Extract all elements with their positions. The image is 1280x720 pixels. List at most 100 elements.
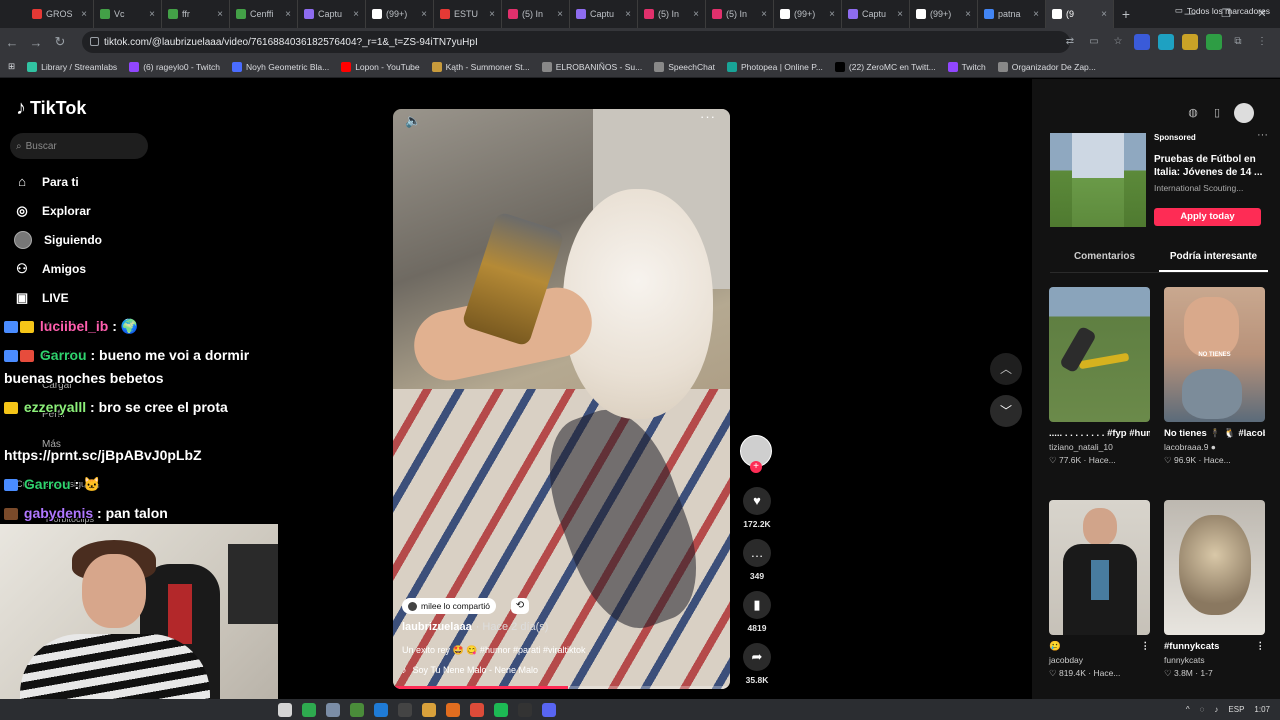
extension-icon[interactable] (1158, 34, 1174, 50)
bookmark-item[interactable]: SpeechChat (654, 61, 715, 72)
start-icon[interactable] (278, 702, 292, 717)
apply-today-button[interactable]: Apply today (1154, 208, 1261, 226)
bookmark-item[interactable]: Library / Streamlabs (27, 61, 117, 72)
folder-icon[interactable] (422, 702, 436, 717)
close-tab-icon[interactable]: × (625, 9, 631, 20)
menu-icon[interactable]: ⋮ (1254, 34, 1270, 50)
browser-tab[interactable]: (99+) × (774, 0, 842, 28)
browser-tab[interactable]: Captu × (298, 0, 366, 28)
close-tab-icon[interactable]: × (489, 9, 495, 20)
language-indicator[interactable]: ESP (1228, 705, 1244, 714)
new-tab-button[interactable]: + (1114, 6, 1138, 22)
video-thumbnail[interactable] (1049, 287, 1150, 422)
browser-tab[interactable]: ESTU × (434, 0, 502, 28)
close-tab-icon[interactable]: × (217, 9, 223, 20)
browser-tab[interactable]: (5) In × (706, 0, 774, 28)
browser-tab[interactable]: patna × (978, 0, 1046, 28)
app-icon[interactable] (350, 702, 364, 717)
video-card-author[interactable]: lacobraaa.9 ● (1164, 442, 1265, 452)
ad-thumbnail[interactable] (1050, 133, 1146, 227)
video-card[interactable]: 🥲 ⋮ jacobday ♡ 819.4K · Hace... (1049, 500, 1150, 679)
browser-tab[interactable]: GROS × (26, 0, 94, 28)
volume-icon[interactable]: 🔈 (405, 113, 421, 129)
comment-button[interactable]: … 349 (742, 539, 772, 581)
video-card-author[interactable]: funnykcats (1164, 655, 1265, 665)
bookmark-item[interactable]: Twitch (947, 61, 986, 72)
sidebar-item-para-ti[interactable]: ⌂ Para ti (14, 167, 102, 196)
cast-icon[interactable]: ▭ (1086, 34, 1102, 50)
browser-tab[interactable]: (99+) × (910, 0, 978, 28)
chrome-icon[interactable] (470, 702, 484, 717)
search-input[interactable]: ⌕ Buscar (10, 133, 148, 159)
extension-icon[interactable] (1182, 34, 1198, 50)
extension-icon[interactable] (1134, 34, 1150, 50)
bookmark-item[interactable]: ELROBANIÑOS - Su... (541, 61, 642, 72)
video-card[interactable]: NO TIENES No tienes 🕴 🐧 #lacobra...⋮ lac… (1164, 287, 1265, 466)
close-tab-icon[interactable]: × (829, 9, 835, 20)
app-icon[interactable] (374, 702, 388, 717)
extension-icon[interactable] (1206, 34, 1222, 50)
share-button[interactable]: ➦ 35.8K (742, 643, 772, 685)
like-button[interactable]: ♥ 172.2K (742, 487, 772, 529)
tab-podria-interesante[interactable]: Podría interesante (1159, 247, 1268, 272)
more-icon[interactable]: ⋮ (1141, 641, 1151, 652)
back-icon[interactable]: ← (0, 35, 24, 50)
browser-tab[interactable]: (5) In × (502, 0, 570, 28)
bookmark-item[interactable]: (22) ZeroMC en Twitt... (834, 61, 936, 72)
tiktok-logo[interactable]: ♪ TikTok (16, 97, 86, 120)
tab-comentarios[interactable]: Comentarios (1050, 247, 1159, 272)
video-thumbnail[interactable] (1164, 500, 1265, 635)
video-player[interactable]: 🔈 ··· milee lo compartió ⟲ laubrizuelaaa… (393, 109, 730, 689)
close-tab-icon[interactable]: × (761, 9, 767, 20)
device-icon[interactable]: ▯ (1210, 106, 1224, 120)
app-icon[interactable] (302, 702, 316, 717)
bookmark-item[interactable]: (6) rageylo0 - Twitch (129, 61, 220, 72)
close-tab-icon[interactable]: × (285, 9, 291, 20)
close-tab-icon[interactable]: × (421, 9, 427, 20)
browser-tab[interactable]: Vc × (94, 0, 162, 28)
bookmark-item[interactable]: Photopea | Online P... (726, 61, 823, 72)
app-icon[interactable] (326, 702, 340, 717)
app-icon[interactable] (446, 702, 460, 717)
shared-badge[interactable]: milee lo compartió (402, 598, 496, 614)
next-video-button[interactable]: ﹀ (990, 395, 1022, 427)
close-tab-icon[interactable]: × (693, 9, 699, 20)
video-thumbnail[interactable] (1049, 500, 1150, 635)
bookmark-item[interactable]: Noyh Geometric Bla... (232, 61, 329, 72)
puzzle-icon[interactable]: ⧉ (1230, 34, 1246, 50)
volume-icon[interactable]: ♪ (1214, 705, 1218, 714)
browser-tab[interactable]: (5) In × (638, 0, 706, 28)
video-card[interactable]: ..... . . . . . . . . #fyp #humor...⋮ ti… (1049, 287, 1150, 466)
video-card[interactable]: #funnykcats ⋮ funnykcats ♡ 3.8M · 1-7 (1164, 500, 1265, 679)
sponsored-ad[interactable]: Sponsored ··· Pruebas de Fútbol en Itali… (1050, 129, 1280, 229)
chat-link[interactable]: https://prnt.sc/jBpABvJ0pLbZ (4, 444, 202, 467)
video-card-author[interactable]: tiziano_natali_10 (1049, 442, 1150, 452)
sidebar-item-siguiendo[interactable]: Siguiendo (14, 225, 102, 254)
profile-avatar[interactable] (1234, 103, 1254, 123)
apps-icon[interactable]: ⊞ (8, 61, 15, 72)
translate-icon[interactable]: ⇄ (1062, 34, 1078, 50)
close-tab-icon[interactable]: × (149, 9, 155, 20)
browser-tab[interactable]: Cenffi × (230, 0, 298, 28)
follow-plus-icon[interactable]: + (750, 461, 762, 473)
close-tab-icon[interactable]: × (1101, 9, 1107, 20)
video-card-author[interactable]: jacobday (1049, 655, 1150, 665)
browser-tab[interactable]: ffr × (162, 0, 230, 28)
site-info-icon[interactable] (90, 37, 99, 46)
sidebar-item-explorar[interactable]: ◎ Explorar (14, 196, 102, 225)
video-progress-bar[interactable] (393, 686, 730, 689)
star-icon[interactable]: ☆ (1110, 34, 1126, 50)
chevron-up-icon[interactable]: ^ (1186, 705, 1190, 714)
close-tab-icon[interactable]: × (1033, 9, 1039, 20)
obs-icon[interactable] (518, 702, 532, 717)
spotify-icon[interactable] (494, 702, 508, 717)
video-music[interactable]: ♪ Soy Tu Nene Malo - Nene Malo (402, 665, 538, 675)
sidebar-item-live[interactable]: ▣ LIVE (14, 283, 102, 312)
more-icon[interactable]: ⋮ (1256, 641, 1266, 652)
save-button[interactable]: ▮ 4819 (742, 591, 772, 633)
video-thumbnail[interactable]: NO TIENES (1164, 287, 1265, 422)
bookmark-item[interactable]: Lopon - YouTube (341, 61, 420, 72)
browser-tab[interactable]: (9 × (1046, 0, 1114, 28)
video-author[interactable]: laubrizuelaaa · Hace 2 día(s) (402, 621, 548, 633)
browser-tab[interactable]: (99+) × (366, 0, 434, 28)
